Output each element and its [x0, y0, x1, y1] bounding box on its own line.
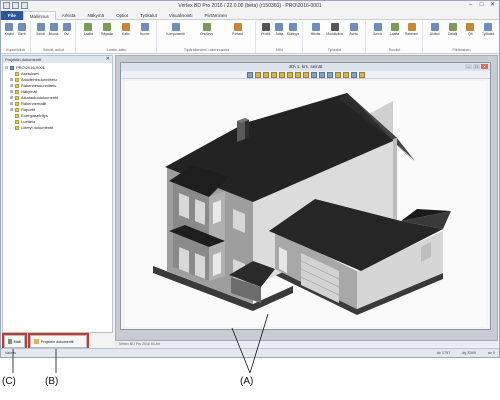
callout-leaders: [12, 313, 269, 374]
callout-c: (C): [2, 376, 16, 387]
callout-a: (A): [240, 376, 254, 387]
callout-b: (B): [45, 376, 59, 387]
